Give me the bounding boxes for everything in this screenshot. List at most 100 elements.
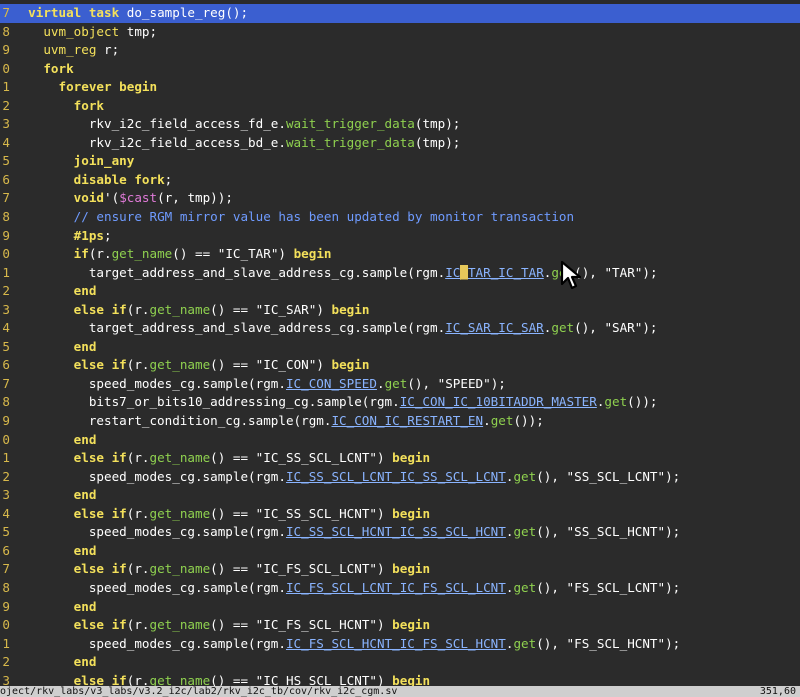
code-text: end <box>13 431 97 450</box>
line-number: 8 <box>2 579 10 595</box>
code-token: else if <box>73 505 127 521</box>
code-token: void <box>73 190 105 206</box>
code-text: rkv_i2c_field_access_bd_e.wait_trigger_d… <box>13 134 461 153</box>
code-line[interactable]: 2 end <box>0 282 800 301</box>
code-line[interactable]: 4 rkv_i2c_field_access_bd_e.wait_trigger… <box>0 134 800 153</box>
line-number: 4 <box>2 134 10 150</box>
code-token: IC_FS_SCL_HCNT_IC_FS_SCL_HCNT <box>285 635 506 651</box>
code-token: IC_SS_SCL_HCNT_IC_SS_SCL_HCNT <box>285 524 506 540</box>
line-number: 7 <box>2 561 10 577</box>
code-token: (tmp); <box>414 116 461 132</box>
code-line[interactable]: 9 uvm_reg r; <box>0 41 800 60</box>
code-text: else if(r.get_name() == "IC_SS_SCL_HCNT"… <box>13 505 430 524</box>
code-text: speed_modes_cg.sample(rgm.IC_SS_SCL_HCNT… <box>13 523 680 542</box>
code-line[interactable]: 8 uvm_object tmp; <box>0 23 800 42</box>
code-token: wait_trigger_data <box>285 134 415 150</box>
code-token: get_name <box>111 246 173 262</box>
code-token: (r. <box>126 450 150 466</box>
code-line[interactable]: 4 target_address_and_slave_address_cg.sa… <box>0 319 800 338</box>
code-token: (r. <box>88 246 112 262</box>
current-code-line[interactable]: 7 virtual task do_sample_reg(); <box>0 4 800 23</box>
code-line[interactable]: 8 bits7_or_bits10_addressing_cg.sample(r… <box>0 393 800 412</box>
code-text: uvm_object tmp; <box>13 23 157 42</box>
code-line[interactable]: 1 forever begin <box>0 78 800 97</box>
code-token: ()); <box>627 394 658 410</box>
line-number: 5 <box>2 153 10 169</box>
code-token: end <box>73 542 97 558</box>
code-token: end <box>73 654 97 670</box>
code-line[interactable]: 1 speed_modes_cg.sample(rgm.IC_FS_SCL_HC… <box>0 635 800 654</box>
code-token: target_address_and_slave_address_cg.samp… <box>13 320 446 336</box>
code-line[interactable]: 3 else if(r.get_name() == "IC_HS_SCL_LCN… <box>0 672 800 686</box>
code-token: uvm_object <box>43 23 120 39</box>
code-token: if <box>73 246 89 262</box>
code-token: (), "FS_SCL_HCNT"); <box>536 635 681 651</box>
code-line[interactable]: 0 else if(r.get_name() == "IC_FS_SCL_HCN… <box>0 616 800 635</box>
code-token: (), "SPEED"); <box>407 375 506 391</box>
code-token: () == "IC_SS_SCL_LCNT") <box>210 450 393 466</box>
code-token: IC_CON_SPEED <box>285 375 377 391</box>
code-line[interactable]: 5 speed_modes_cg.sample(rgm.IC_SS_SCL_HC… <box>0 523 800 542</box>
code-token: (r. <box>126 505 150 521</box>
code-line[interactable]: 6 else if(r.get_name() == "IC_CON") begi… <box>0 356 800 375</box>
code-text: fork <box>13 60 73 79</box>
code-token: begin <box>331 357 370 373</box>
code-token: begin <box>392 617 431 633</box>
code-token: speed_modes_cg.sample(rgm. <box>13 375 286 391</box>
code-token: speed_modes_cg.sample(rgm. <box>13 635 286 651</box>
code-line[interactable]: 3 rkv_i2c_field_access_fd_e.wait_trigger… <box>0 115 800 134</box>
code-line[interactable]: 2 end <box>0 653 800 672</box>
code-token: begin <box>392 450 431 466</box>
code-text: speed_modes_cg.sample(rgm.IC_CON_SPEED.g… <box>13 375 506 394</box>
code-line[interactable]: 3 end <box>0 486 800 505</box>
line-number: 8 <box>2 209 10 225</box>
code-token: ; <box>164 171 173 187</box>
code-line[interactable]: 2 fork <box>0 97 800 116</box>
code-token: IC_SAR_IC_SAR <box>445 320 544 336</box>
code-line[interactable]: 5 join_any <box>0 152 800 171</box>
code-line[interactable]: 0 fork <box>0 60 800 79</box>
code-line[interactable]: 9 restart_condition_cg.sample(rgm.IC_CON… <box>0 412 800 431</box>
code-line[interactable]: 9 end <box>0 598 800 617</box>
code-line[interactable]: 0 end <box>0 431 800 450</box>
code-line[interactable]: 1 target_address_and_slave_address_cg.sa… <box>0 264 800 283</box>
code-token: virtual task <box>28 5 120 20</box>
code-token: get_name <box>149 617 211 633</box>
code-token: else if <box>73 357 127 373</box>
code-text: end <box>13 653 97 672</box>
code-line[interactable]: 7 void'($cast(r, tmp)); <box>0 189 800 208</box>
code-token: TAR_IC_TAR <box>467 264 544 280</box>
code-line[interactable]: 3 else if(r.get_name() == "IC_SAR") begi… <box>0 301 800 320</box>
code-token: get_name <box>149 450 211 466</box>
code-token: ; <box>104 227 112 243</box>
code-token: get_name <box>149 357 211 373</box>
code-line[interactable]: 6 end <box>0 542 800 561</box>
code-line[interactable]: 6 disable fork; <box>0 171 800 190</box>
code-line[interactable]: 7 speed_modes_cg.sample(rgm.IC_CON_SPEED… <box>0 375 800 394</box>
code-line[interactable]: 5 end <box>0 338 800 357</box>
code-line[interactable]: 0 if(r.get_name() == "IC_TAR") begin <box>0 245 800 264</box>
code-token: get_name <box>149 672 211 686</box>
code-token: (), "SS_SCL_HCNT"); <box>536 524 681 540</box>
code-editor[interactable]: 7 virtual task do_sample_reg(); 8 uvm_obj… <box>0 4 800 686</box>
code-line[interactable]: 2 speed_modes_cg.sample(rgm.IC_SS_SCL_LC… <box>0 468 800 487</box>
code-token: r; <box>96 42 120 58</box>
code-line[interactable]: 4 else if(r.get_name() == "IC_SS_SCL_HCN… <box>0 505 800 524</box>
line-number: 9 <box>2 42 10 58</box>
code-token: () == "IC_TAR") <box>172 246 294 262</box>
code-line[interactable]: 8 // ensure RGM mirror value has been up… <box>0 208 800 227</box>
code-text: end <box>13 542 97 561</box>
code-text: else if(r.get_name() == "IC_CON") begin <box>13 356 370 375</box>
code-line[interactable]: 9 #1ps; <box>0 227 800 246</box>
code-text: uvm_reg r; <box>13 41 119 60</box>
code-line[interactable]: 7 else if(r.get_name() == "IC_FS_SCL_LCN… <box>0 560 800 579</box>
code-token: else if <box>73 561 127 577</box>
code-token: (r. <box>126 301 150 317</box>
code-token: uvm_reg <box>43 42 97 58</box>
code-line[interactable]: 1 else if(r.get_name() == "IC_SS_SCL_LCN… <box>0 449 800 468</box>
code-line[interactable]: 8 speed_modes_cg.sample(rgm.IC_FS_SCL_LC… <box>0 579 800 598</box>
